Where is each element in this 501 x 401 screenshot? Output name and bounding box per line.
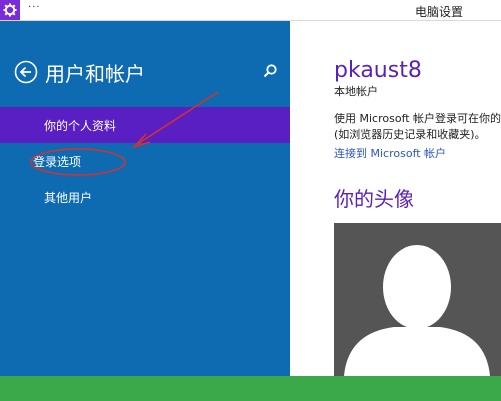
connect-microsoft-account-link[interactable]: 连接到 Microsoft 帐户: [334, 145, 446, 161]
sidebar-item-label: 你的个人资料: [44, 118, 117, 133]
description-line: 使用 Microsoft 帐户登录可在你的所: [334, 112, 501, 125]
avatar[interactable]: [334, 223, 501, 376]
sidebar-item-sign-in-options[interactable]: 登录选项: [0, 143, 290, 179]
description-line: (如浏览器历史记录和收藏夹)。: [334, 128, 486, 141]
title-bar: ··· 电脑设置: [0, 0, 501, 21]
account-type: 本地帐户: [334, 85, 378, 98]
account-description: 使用 Microsoft 帐户登录可在你的所 (如浏览器历史记录和收藏夹)。: [334, 111, 501, 143]
avatar-heading: 你的头像: [334, 187, 414, 211]
account-panel: pkaust8 本地帐户 使用 Microsoft 帐户登录可在你的所 (如浏览…: [290, 21, 501, 376]
sidebar-item-profile[interactable]: 你的个人资料: [0, 107, 290, 143]
window-title: 电脑设置: [414, 5, 463, 19]
settings-gear-icon: [0, 0, 20, 20]
bottom-bar: [0, 376, 501, 401]
sidebar-item-label: 登录选项: [33, 154, 82, 169]
back-arrow-icon[interactable]: [14, 60, 38, 84]
sidebar-item-label: 其他用户: [44, 190, 93, 205]
search-icon[interactable]: [262, 63, 278, 79]
person-silhouette-icon: [344, 245, 490, 376]
sidebar-heading: 用户和帐户: [45, 62, 145, 86]
account-name: pkaust8: [334, 58, 422, 83]
sidebar-item-other-users[interactable]: 其他用户: [0, 179, 290, 215]
window-menu-button[interactable]: ···: [28, 2, 41, 13]
